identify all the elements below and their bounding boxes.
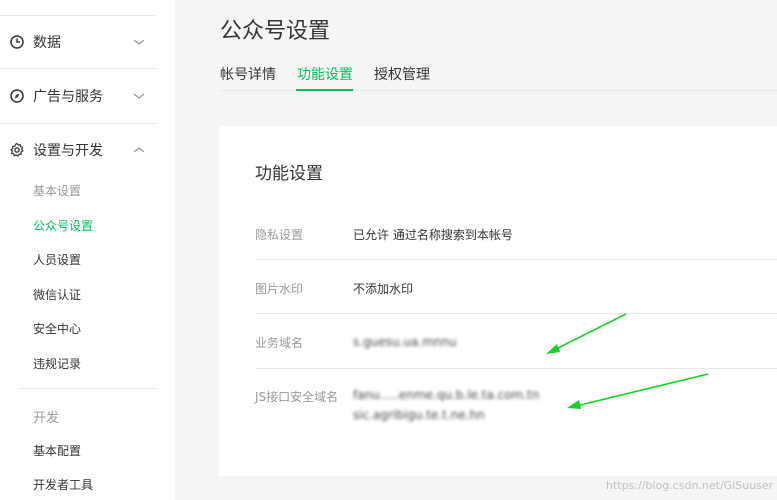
row-label-js-domain: JS接口安全域名 — [255, 390, 339, 404]
row-label-privacy: 隐私设置 — [255, 228, 304, 242]
sidebar-group-ads[interactable]: 广告与服务 — [0, 71, 156, 121]
tab-feature-settings[interactable]: 功能设置 — [297, 64, 353, 84]
divider — [0, 123, 156, 124]
page-title: 公众号设置 — [220, 19, 331, 44]
sidebar-group-label: 广告与服务 — [33, 89, 103, 105]
row-value-privacy: 已允许 通过名称搜索到本帐号 — [353, 228, 513, 242]
sidebar: 数据 广告与服务 设置与开发 基本设置 公众号设置 人员设置 微信认证 安全中心… — [0, 0, 175, 500]
clock-icon — [10, 35, 24, 49]
chevron-down-icon — [133, 93, 145, 99]
annotation-arrow — [546, 313, 627, 354]
active-tab-indicator — [296, 89, 353, 91]
sidebar-item-dev-tools[interactable]: 开发者工具 — [33, 476, 93, 493]
sidebar-group-data[interactable]: 数据 — [0, 17, 156, 67]
sidebar-group-label: 数据 — [33, 35, 61, 51]
row-value-js-domain-2: sic.agribigu.te.t.ne.hn — [353, 408, 485, 422]
tab-bar: 帐号详情 功能设置 授权管理 — [220, 58, 777, 92]
sidebar-item-verification[interactable]: 微信认证 — [33, 286, 81, 303]
chevron-down-icon — [133, 39, 145, 45]
tab-account-details[interactable]: 帐号详情 — [220, 64, 276, 84]
divider — [0, 68, 156, 69]
annotation-arrow — [567, 373, 709, 409]
row-divider — [255, 259, 777, 260]
watermark: https://blog.csdn.net/GiSuuser — [606, 479, 774, 492]
sidebar-group-settings[interactable]: 设置与开发 — [0, 125, 156, 175]
sidebar-item-security[interactable]: 安全中心 — [33, 320, 81, 337]
row-label-watermark: 图片水印 — [255, 282, 304, 296]
sidebar-item-personnel[interactable]: 人员设置 — [33, 251, 81, 268]
row-value-watermark: 不添加水印 — [353, 282, 414, 296]
row-divider — [255, 313, 777, 314]
row-label-business-domain: 业务域名 — [255, 336, 304, 350]
gear-icon — [10, 142, 24, 157]
tab-authorization[interactable]: 授权管理 — [374, 64, 430, 84]
divider — [20, 388, 156, 389]
sidebar-item-violations[interactable]: 违规记录 — [33, 355, 81, 372]
sidebar-item-basic-config[interactable]: 基本配置 — [33, 442, 81, 459]
row-value-business-domain: s.guesu.ua.mnnu — [353, 335, 457, 349]
sidebar-section-basic: 基本设置 — [33, 184, 82, 198]
chevron-up-icon — [133, 147, 145, 153]
sidebar-item-account-settings[interactable]: 公众号设置 — [33, 217, 93, 234]
sidebar-section-dev: 开发 — [33, 411, 60, 426]
row-value-js-domain: fanu.....enme.qu.b.le.ta.com.tn — [353, 388, 540, 402]
divider — [0, 15, 156, 16]
card-title: 功能设置 — [255, 164, 323, 184]
sidebar-group-label: 设置与开发 — [33, 143, 103, 159]
compass-icon — [10, 89, 24, 103]
